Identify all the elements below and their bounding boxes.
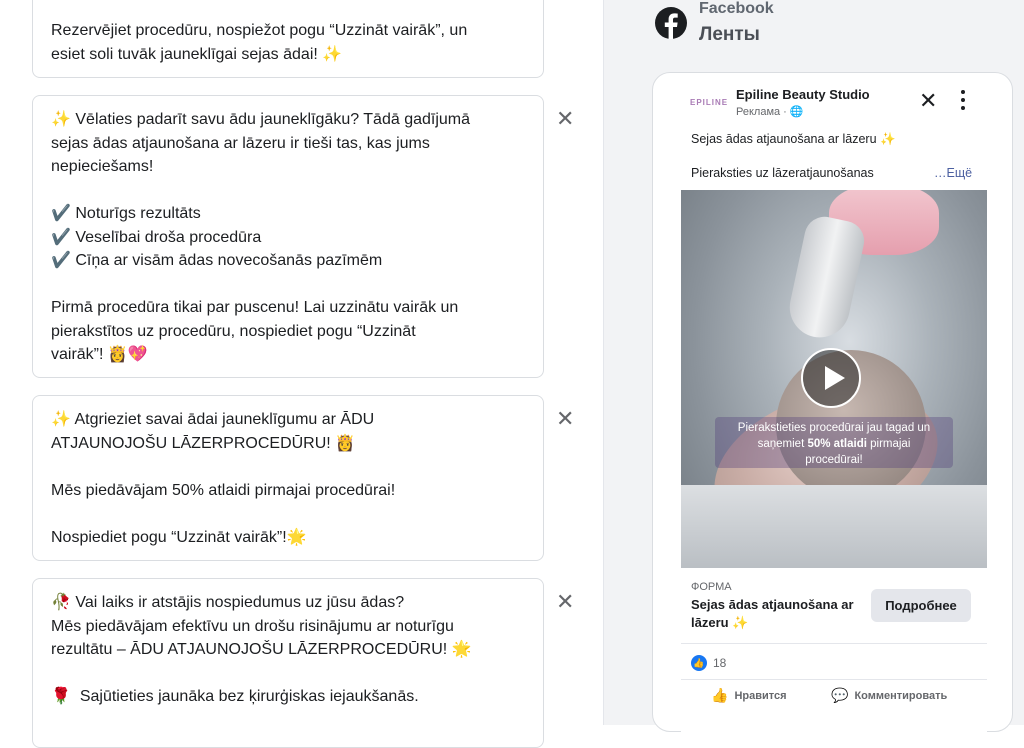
remove-variant-3-icon[interactable]: ✕ <box>556 408 574 430</box>
video-caption: Pierakstieties procedūrai jau tagad un s… <box>715 417 953 468</box>
text-variant-card-3[interactable]: ✨ Atgrieziet savai ādai jauneklīgumu ar … <box>32 395 544 561</box>
like-reaction-icon: 👍 <box>691 655 707 671</box>
more-options-icon[interactable] <box>960 90 966 112</box>
caption-bold: 50% atlaidi <box>807 438 867 450</box>
comment-button[interactable]: 💬 Комментировать <box>831 687 947 704</box>
text-variant-body: ✨ Vēlaties padarīt savu ādu jauneklīgāku… <box>51 111 471 363</box>
cta-button[interactable]: Подробнее <box>871 589 971 622</box>
ad-post: EPILINE Epiline Beauty Studio Реклама · … <box>681 73 987 733</box>
ad-text-variants-panel: Rezervējiet procedūru, nospiežot pogu “U… <box>0 0 603 748</box>
facebook-logo-icon <box>655 7 687 39</box>
thumbs-up-icon: 👍 <box>711 687 729 703</box>
divider <box>681 643 987 644</box>
mobile-preview-frame: EPILINE Epiline Beauty Studio Реклама · … <box>652 72 1013 733</box>
video-caption-line: procedūrai! <box>805 454 863 466</box>
text-variant-body: Rezervējiet procedūru, nospiežot pogu “U… <box>51 22 468 63</box>
close-icon[interactable]: ✕ <box>919 90 937 112</box>
remove-variant-2-icon[interactable]: ✕ <box>556 108 574 130</box>
text-variant-card-2[interactable]: ✨ Vēlaties padarīt savu ādu jauneklīgāku… <box>32 95 544 378</box>
video-towel <box>681 485 987 568</box>
video-laser-device <box>784 213 868 343</box>
caption-text: saņemiet <box>757 438 808 450</box>
ad-preview-panel: Facebook Ленты EPILINE Epiline Beauty St… <box>604 0 1024 733</box>
divider <box>681 679 987 680</box>
page-name[interactable]: Epiline Beauty Studio <box>736 87 870 102</box>
platform-name: Facebook <box>699 0 774 17</box>
like-count: 18 <box>713 656 727 670</box>
text-variant-card-1[interactable]: Rezervējiet procedūru, nospiežot pogu “U… <box>32 0 544 78</box>
caption-text: pirmajai <box>866 438 911 450</box>
remove-variant-4-icon[interactable]: ✕ <box>556 591 574 613</box>
text-variant-body: 🥀 Vai laiks ir atstājis nospiedumus uz j… <box>51 594 472 705</box>
play-icon[interactable] <box>801 348 861 408</box>
page-avatar-logo: EPILINE <box>690 98 729 107</box>
text-variant-card-4[interactable]: 🥀 Vai laiks ir atstājis nospiedumus uz j… <box>32 578 544 748</box>
sponsored-label: Реклама · 🌐 <box>736 106 804 118</box>
see-more-link[interactable]: …Ещё <box>934 166 972 180</box>
form-label: ФОРМА <box>691 581 732 593</box>
placement-name: Ленты <box>699 24 760 45</box>
like-button[interactable]: 👍 Нравится <box>711 687 787 704</box>
like-button-label: Нравится <box>734 690 787 702</box>
video-caption-line: Pierakstieties procedūrai jau tagad un <box>737 422 931 434</box>
video-caption-line: saņemiet 50% atlaidi pirmajai <box>715 436 953 452</box>
comment-icon: 💬 <box>831 687 849 703</box>
primary-text: Sejas ādas atjaunošana ar lāzeru ✨ <box>691 132 896 146</box>
comment-button-label: Комментировать <box>854 690 948 702</box>
ad-video[interactable]: Pierakstieties procedūrai jau tagad un s… <box>681 190 987 568</box>
primary-text-line2: Pieraksties uz lāzeratjaunošanas <box>691 166 874 180</box>
ad-headline: Sejas ādas atjaunošana ar lāzeru ✨ <box>691 597 854 630</box>
text-variant-body: ✨ Atgrieziet savai ādai jauneklīgumu ar … <box>51 411 396 546</box>
